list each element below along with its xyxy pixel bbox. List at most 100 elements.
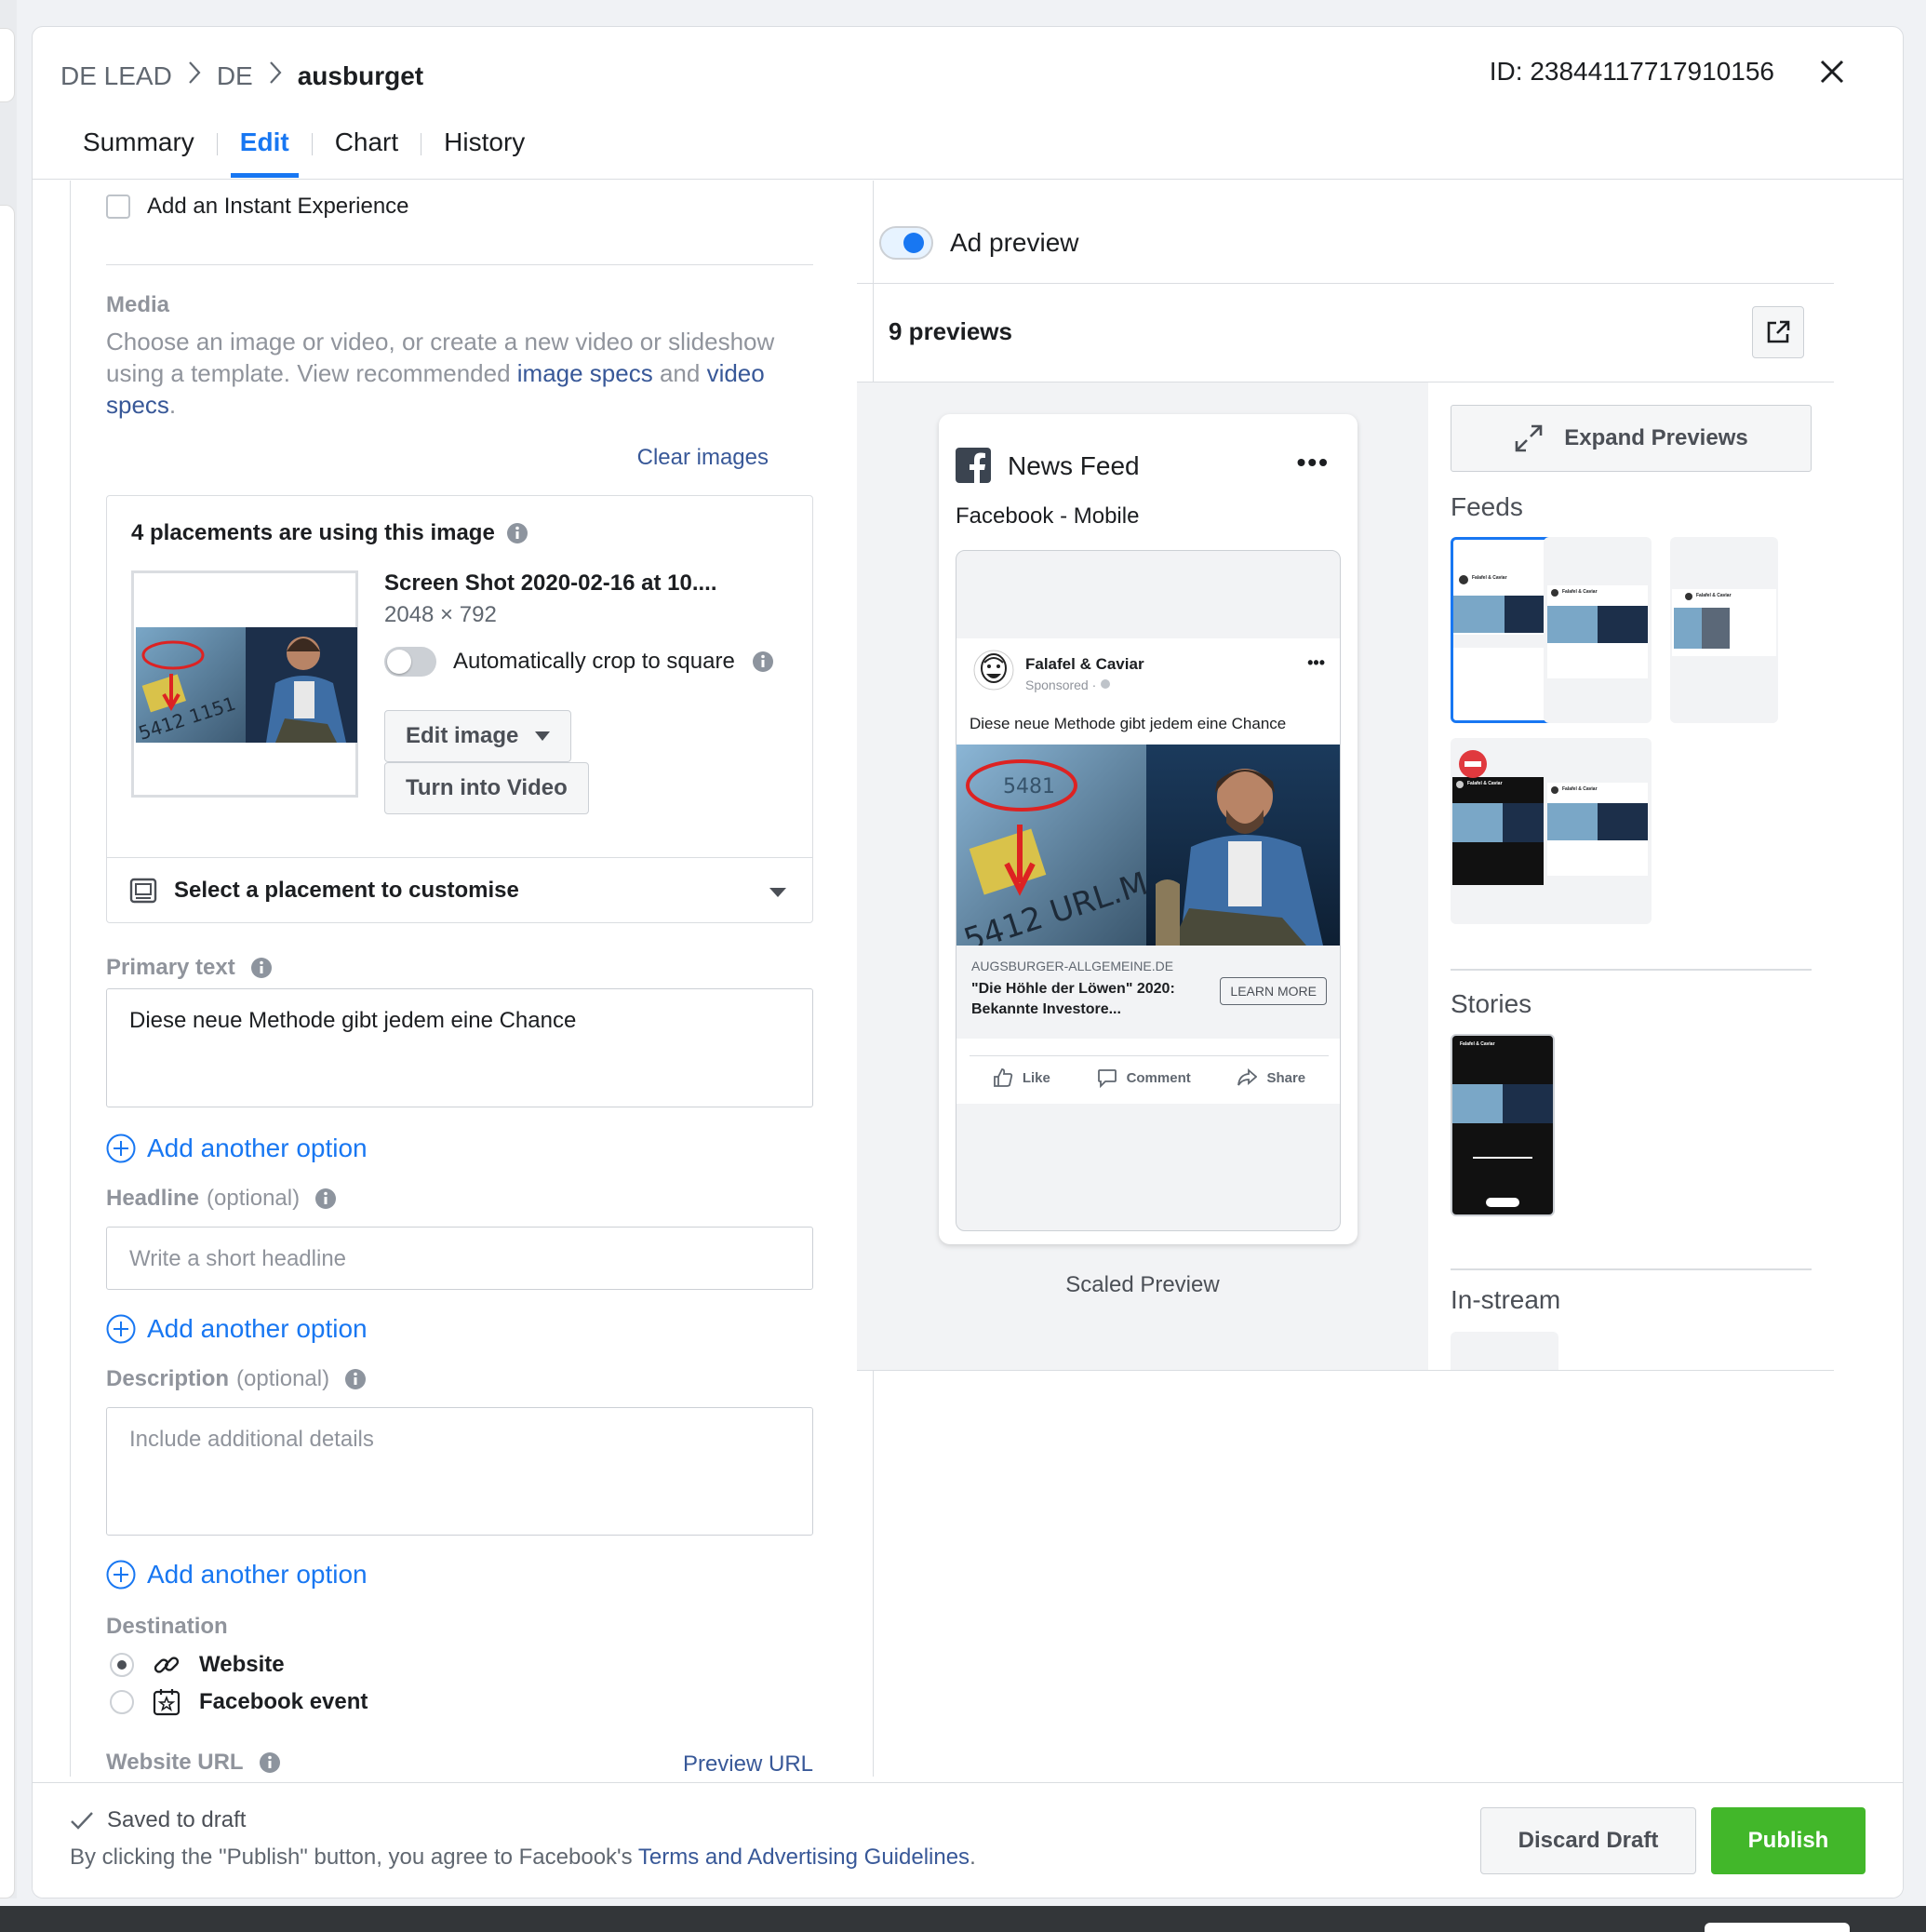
ad-more-icon: ••• — [1307, 653, 1325, 672]
tab-history[interactable]: History — [421, 116, 547, 180]
mini-caption-line — [1473, 1157, 1532, 1159]
breadcrumb: DE LEAD DE ausburget — [60, 60, 423, 91]
close-button[interactable] — [1812, 51, 1852, 92]
info-icon[interactable] — [344, 1368, 367, 1390]
image-specs-link[interactable]: image specs — [517, 359, 653, 387]
instant-experience-row[interactable]: Add an Instant Experience — [106, 194, 409, 220]
destination-event-radio[interactable] — [110, 1690, 134, 1714]
select-placement-dropdown[interactable]: Select a placement to customise — [107, 857, 812, 922]
taskbar-item — [1705, 1923, 1850, 1932]
mini-avatar — [1685, 593, 1692, 600]
close-icon — [1820, 60, 1844, 84]
tab-chart[interactable]: Chart — [313, 116, 421, 180]
ad-preview-toggle[interactable] — [879, 225, 933, 260]
background-page-edge — [0, 0, 17, 1898]
primary-text-input[interactable]: Diese neue Methode gibt jedem eine Chanc… — [106, 988, 813, 1107]
open-new-window-icon — [1767, 320, 1790, 343]
clear-images-link[interactable]: Clear images — [637, 445, 769, 471]
instant-experience-label: Add an Instant Experience — [147, 194, 409, 219]
placement-previews-sidebar[interactable]: Expand Previews Feeds Falafel & Caviar F… — [1428, 382, 1834, 1371]
instream-preview-thumbnail[interactable] — [1451, 1332, 1558, 1370]
feed-preview-thumbnail[interactable]: Falafel & Caviar — [1451, 537, 1558, 723]
mini-image — [1674, 608, 1730, 649]
tab-edit[interactable]: Edit — [218, 116, 312, 180]
mini-page-name: Falafel & Caviar — [1460, 1041, 1495, 1047]
publish-button[interactable]: Publish — [1711, 1807, 1866, 1874]
mini-page-name: Falafel & Caviar — [1696, 593, 1732, 598]
instant-experience-checkbox[interactable] — [106, 195, 130, 219]
destination-event-label: Facebook event — [199, 1689, 368, 1714]
thumbnail-image: 5412 1151 — [136, 627, 357, 743]
background-panel — [0, 205, 15, 1898]
divider — [106, 264, 813, 265]
scaled-preview-label: Scaled Preview — [1065, 1272, 1220, 1297]
previews-count: 9 previews — [889, 317, 1012, 345]
edit-ad-dialog: DE LEAD DE ausburget ID: 238441177179101… — [32, 26, 1904, 1898]
feed-preview-thumbnail[interactable]: Falafel & Caviar — [1544, 537, 1652, 723]
image-dimensions: 2048 × 792 — [384, 602, 497, 627]
turn-into-video-button[interactable]: Turn into Video — [384, 762, 589, 814]
image-thumbnail[interactable]: 5412 1151 — [131, 570, 358, 798]
add-headline-option[interactable]: Add another option — [106, 1314, 368, 1344]
info-icon[interactable] — [506, 522, 528, 544]
feed-preview-thumbnail[interactable]: Falafel & Caviar — [1451, 738, 1558, 924]
description-input[interactable]: Include additional details — [106, 1407, 813, 1536]
terms-text: By clicking the "Publish" button, you ag… — [70, 1845, 638, 1870]
auto-crop-toggle[interactable] — [384, 647, 436, 677]
ad-domain: AUGSBURGER-ALLGEMEINE.DE — [971, 959, 1174, 973]
open-preview-new-window-button[interactable] — [1752, 306, 1804, 358]
mini-image — [1547, 803, 1648, 840]
event-icon — [153, 1689, 181, 1716]
edit-form-pane[interactable]: Add an Instant Experience Media Choose a… — [70, 181, 874, 1777]
learn-more-button: LEARN MORE — [1220, 977, 1327, 1005]
media-label: Media — [106, 292, 170, 317]
info-icon[interactable] — [259, 1751, 281, 1774]
ad-headline: "Die Höhle der Löwen" 2020: Bekannte Inv… — [971, 981, 1175, 1017]
mini-avatar — [1551, 786, 1558, 794]
tab-summary[interactable]: Summary — [60, 116, 217, 180]
scaled-preview-area: News Feed ••• Facebook - Mobile Falafel … — [857, 382, 1428, 1371]
discard-draft-button[interactable]: Discard Draft — [1480, 1807, 1696, 1874]
mini-image — [1452, 1084, 1553, 1123]
ad-preview-label: Ad preview — [950, 227, 1079, 257]
expand-icon — [1515, 424, 1543, 452]
feed-preview-thumbnail[interactable]: Falafel & Caviar — [1670, 537, 1778, 723]
saved-status-label: Saved to draft — [107, 1807, 247, 1832]
primary-text-label: Primary text — [106, 955, 235, 980]
mini-post: Falafel & Caviar — [1547, 783, 1648, 876]
more-options-icon[interactable]: ••• — [1297, 448, 1330, 477]
terms-link[interactable]: Terms and Advertising Guidelines — [638, 1845, 970, 1870]
info-icon[interactable] — [752, 651, 774, 673]
add-description-option[interactable]: Add another option — [106, 1560, 368, 1590]
dialog-footer: Saved to draft By clicking the "Publish"… — [33, 1782, 1903, 1898]
info-icon[interactable] — [314, 1187, 337, 1210]
ad-preview-pane: Ad preview 9 previews News Feed ••• Face… — [857, 202, 1834, 1402]
destination-website-radio[interactable] — [110, 1653, 134, 1677]
destination-event-option[interactable]: Facebook event — [110, 1688, 368, 1716]
previews-count-row: 9 previews — [857, 284, 1834, 382]
add-primary-text-option[interactable]: Add another option — [106, 1134, 368, 1163]
destination-website-option[interactable]: Website — [110, 1651, 285, 1679]
primary-text-label-row: Primary text — [106, 955, 273, 981]
expand-previews-button[interactable]: Expand Previews — [1451, 405, 1812, 472]
share-action: Share — [1237, 1067, 1305, 1088]
breadcrumb-ad: ausburget — [297, 60, 424, 90]
info-icon[interactable] — [250, 957, 273, 979]
edit-image-button[interactable]: Edit image — [384, 710, 572, 762]
feed-preview-thumbnail[interactable]: Falafel & Caviar — [1544, 738, 1652, 924]
breadcrumb-adset[interactable]: DE — [217, 61, 253, 91]
tab-bar: Summary Edit Chart History — [60, 116, 547, 180]
media-description-text: . — [168, 391, 177, 419]
headline-label: Headline — [106, 1186, 200, 1211]
breadcrumb-campaign[interactable]: DE LEAD — [60, 61, 172, 91]
headline-input[interactable]: Write a short headline — [106, 1227, 813, 1290]
auto-crop-row: Automatically crop to square — [384, 647, 774, 677]
mini-page-name: Falafel & Caviar — [1562, 786, 1598, 792]
preview-url-link[interactable]: Preview URL — [683, 1751, 813, 1777]
story-preview-thumbnail[interactable]: Falafel & Caviar — [1451, 1034, 1555, 1216]
placement-icon — [129, 878, 157, 903]
add-option-label: Add another option — [147, 1314, 368, 1343]
select-placement-label: Select a placement to customise — [174, 877, 519, 903]
ad-primary-text: Diese neue Methode gibt jedem eine Chanc… — [970, 715, 1287, 732]
comment-icon — [1097, 1069, 1117, 1088]
